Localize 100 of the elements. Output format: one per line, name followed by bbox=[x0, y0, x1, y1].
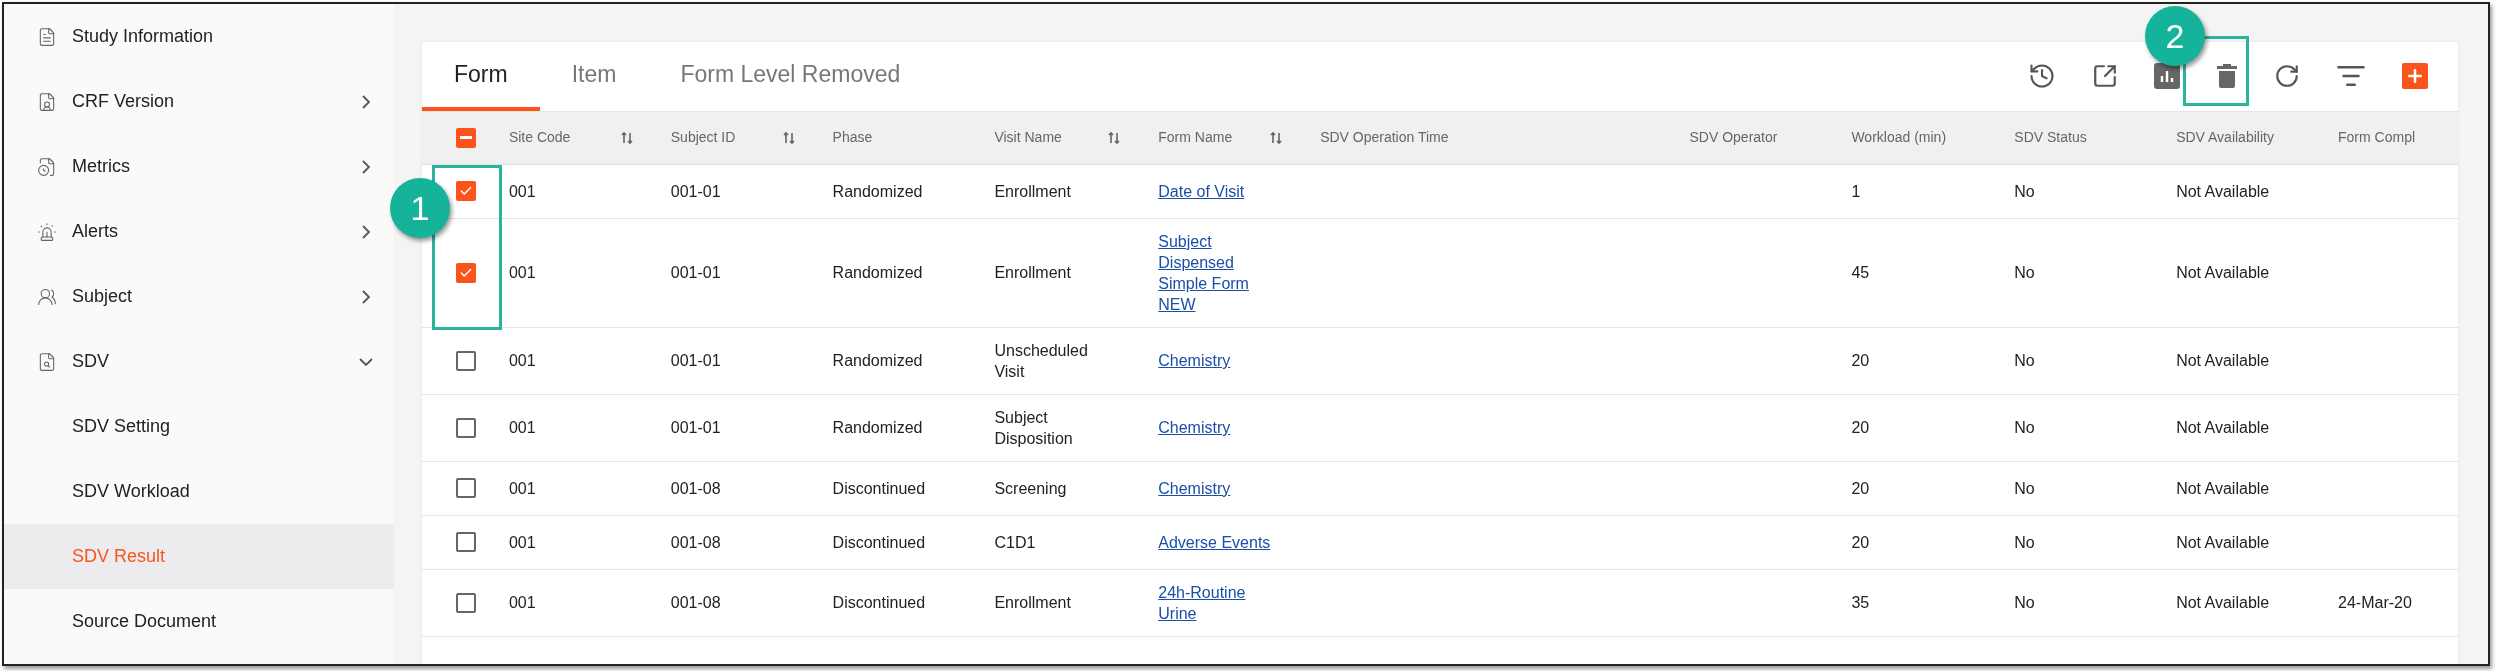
document-search-icon bbox=[37, 351, 57, 372]
table-cell-text: C1D1 bbox=[994, 532, 1036, 553]
document-person-icon bbox=[37, 91, 57, 112]
column-header: Subject ID bbox=[670, 128, 736, 148]
table-cell: No bbox=[2014, 594, 2035, 611]
table-cell: 001 bbox=[508, 352, 536, 369]
table-cell: No bbox=[2014, 352, 2035, 369]
sidebar-item[interactable]: SDV Workload bbox=[4, 459, 394, 524]
people-icon bbox=[37, 286, 57, 307]
table-cell: Not Available bbox=[2176, 594, 2270, 611]
form-link[interactable]: 24h-Routine Urine bbox=[1158, 581, 1287, 624]
table-cell: Randomized bbox=[832, 352, 923, 369]
table-cell-text: Unscheduled Visit bbox=[994, 340, 1089, 382]
table-cell: Not Available bbox=[2176, 264, 2270, 281]
chevron-right-icon bbox=[362, 224, 370, 239]
sidebar-item[interactable]: SDV bbox=[4, 329, 394, 394]
column-header: Phase bbox=[832, 128, 873, 148]
bar-chart-icon[interactable] bbox=[2154, 63, 2180, 89]
checkbox[interactable] bbox=[456, 350, 476, 371]
table-cell: 20 bbox=[1851, 533, 1870, 551]
table-cell: 001 bbox=[508, 594, 536, 611]
table-cell: Randomized bbox=[832, 264, 923, 281]
sort-icon[interactable] bbox=[1270, 130, 1283, 145]
checkbox[interactable] bbox=[456, 262, 476, 283]
sidebar-item[interactable]: Source Document bbox=[4, 589, 394, 654]
checkbox[interactable] bbox=[456, 181, 476, 201]
form-link[interactable]: Chemistry bbox=[1158, 417, 1231, 438]
column-header: SDV Operation Time bbox=[1320, 128, 1449, 148]
minus-icon bbox=[460, 136, 472, 140]
table-cell-text: Subject Disposition bbox=[994, 407, 1074, 449]
table-cell-text: Enrollment bbox=[994, 181, 1071, 202]
document-clock-icon bbox=[37, 156, 57, 177]
table-cell: No bbox=[2014, 182, 2035, 200]
table-cell: Not Available bbox=[2176, 479, 2270, 497]
open-external-icon[interactable] bbox=[2092, 63, 2118, 89]
form-link[interactable]: Adverse Events bbox=[1158, 531, 1271, 553]
chevron-right-icon bbox=[362, 289, 370, 304]
table-cell: Discontinued bbox=[832, 594, 926, 611]
form-link[interactable]: Chemistry bbox=[1158, 350, 1231, 371]
column-header: SDV Availability bbox=[2176, 128, 2274, 148]
check-icon bbox=[459, 184, 473, 198]
table-cell: 20 bbox=[1851, 352, 1870, 369]
table-cell: Randomized bbox=[832, 182, 923, 200]
table-cell: No bbox=[2014, 264, 2035, 281]
table-cell: Discontinued bbox=[832, 479, 926, 497]
sidebar-item[interactable]: CRF Version bbox=[4, 69, 394, 134]
column-header: Form Compl bbox=[2338, 128, 2416, 148]
table-cell: 001 bbox=[508, 479, 536, 497]
table-cell: 1 bbox=[1851, 182, 1861, 200]
table-cell-text: Enrollment bbox=[994, 263, 1071, 283]
sidebar-item[interactable]: Study Information bbox=[4, 4, 394, 69]
column-header: SDV Operator bbox=[1689, 128, 1778, 148]
history-icon[interactable] bbox=[2028, 62, 2056, 90]
sidebar-item[interactable]: SDV Setting bbox=[4, 394, 394, 459]
checkbox[interactable] bbox=[456, 592, 476, 613]
sidebar-item[interactable]: Subject bbox=[4, 264, 394, 329]
trash-icon[interactable] bbox=[2216, 63, 2238, 89]
table-cell: 001-08 bbox=[670, 594, 721, 611]
table-cell: Not Available bbox=[2176, 419, 2270, 436]
tab[interactable]: Form Level Removed bbox=[648, 42, 933, 111]
table-cell: 001 bbox=[508, 182, 536, 200]
form-link[interactable]: Subject Dispensed Simple Form NEW bbox=[1158, 230, 1287, 315]
table-cell: 001-08 bbox=[670, 533, 721, 551]
table-cell: Not Available bbox=[2176, 533, 2270, 551]
table-cell: 001-01 bbox=[670, 419, 721, 436]
table-cell-text: Screening bbox=[994, 478, 1067, 499]
chevron-down-icon bbox=[359, 357, 373, 366]
add-icon[interactable] bbox=[2402, 63, 2428, 89]
table-cell: No bbox=[2014, 419, 2035, 436]
checkbox[interactable] bbox=[456, 417, 476, 438]
table-cell-text: Enrollment bbox=[994, 593, 1071, 613]
checkbox[interactable] bbox=[456, 532, 476, 552]
column-header: Site Code bbox=[508, 128, 571, 148]
column-header: SDV Status bbox=[2014, 128, 2087, 148]
table-cell: No bbox=[2014, 479, 2035, 497]
document-icon bbox=[37, 26, 57, 47]
table-cell: Not Available bbox=[2176, 182, 2270, 200]
sort-icon[interactable] bbox=[782, 130, 795, 145]
column-header: Visit Name bbox=[994, 128, 1062, 148]
table-cell: Randomized bbox=[832, 419, 923, 436]
siren-icon bbox=[37, 221, 57, 242]
table-cell: 001-08 bbox=[670, 479, 721, 497]
table-cell: 001-01 bbox=[670, 182, 721, 200]
checkbox[interactable] bbox=[456, 478, 476, 498]
table-cell: Discontinued bbox=[832, 533, 926, 551]
sort-icon[interactable] bbox=[620, 130, 633, 145]
form-link[interactable]: Date of Visit bbox=[1158, 180, 1245, 202]
refresh-icon[interactable] bbox=[2274, 63, 2300, 89]
column-header: Workload (min) bbox=[1851, 128, 1947, 148]
table-cell: 45 bbox=[1851, 264, 1870, 281]
column-header: Form Name bbox=[1158, 128, 1233, 148]
chevron-right-icon bbox=[362, 94, 370, 109]
table-cell: 35 bbox=[1851, 594, 1870, 611]
table-cell: 20 bbox=[1851, 419, 1870, 436]
table-cell: 24-Mar-20 bbox=[2338, 594, 2412, 611]
form-link[interactable]: Chemistry bbox=[1158, 477, 1231, 499]
table-cell: 20 bbox=[1851, 479, 1870, 497]
checkbox[interactable] bbox=[456, 127, 476, 148]
sort-icon[interactable] bbox=[1108, 130, 1121, 145]
tab[interactable]: Item bbox=[539, 42, 649, 111]
